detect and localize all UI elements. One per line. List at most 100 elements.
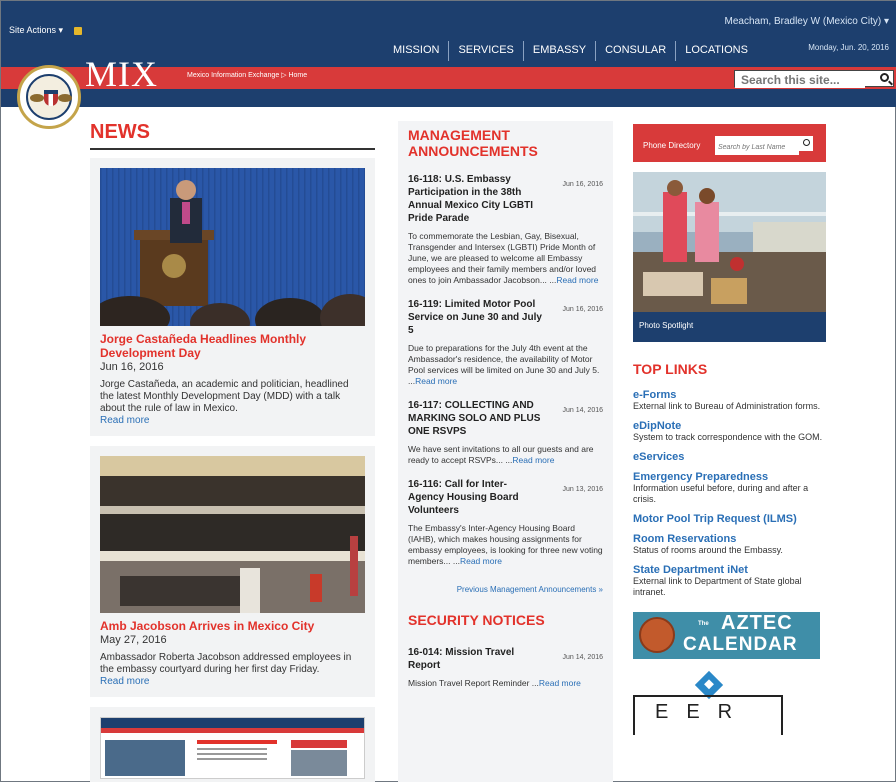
last-name-search-input[interactable] — [715, 140, 799, 155]
top-link-item: State Department iNet External link to D… — [633, 564, 826, 598]
announcement-text: We have sent invitations to all our gues… — [408, 444, 603, 466]
announcement-title[interactable]: 16-116: Call for Inter-Agency Housing Bo… — [408, 478, 543, 517]
news-heading: NEWS — [90, 121, 375, 150]
security-text: Mission Travel Report Reminder ...Read m… — [408, 678, 603, 689]
phone-directory: Phone Directory — [633, 124, 826, 162]
news-summary: Jorge Castañeda, an academic and politic… — [100, 379, 349, 414]
aztec-title-line1: AZTEC — [721, 612, 793, 634]
page-frame: Site Actions ▾ Meacham, Bradley W (Mexic… — [0, 0, 896, 782]
aztec-title-line2: CALENDAR — [683, 634, 798, 655]
previous-announcements-link[interactable]: Previous Management Announcements » — [408, 585, 603, 594]
aztec-the-label: The — [698, 621, 709, 627]
seal-ring — [26, 74, 72, 120]
top-link-item: eServices — [633, 451, 826, 463]
site-search[interactable] — [734, 70, 894, 88]
news-summary: Ambassador Roberta Jacobson addressed em… — [100, 652, 352, 675]
page-icon[interactable] — [73, 26, 82, 35]
news-item: Jorge Castañeda Headlines Monthly Develo… — [90, 158, 375, 436]
read-more-link[interactable]: Read more — [556, 275, 598, 285]
announcements-column: MANAGEMENT ANNOUNCEMENTS 16-118: U.S. Em… — [398, 121, 613, 782]
search-icon[interactable] — [880, 73, 889, 82]
news-photo-screenshot[interactable] — [100, 717, 365, 779]
news-item: Amb Jacobson Arrives in Mexico City May … — [90, 446, 375, 697]
announcement-title[interactable]: 16-118: U.S. Embassy Participation in th… — [408, 173, 543, 225]
announcement-item: 16-118: U.S. Embassy Participation in th… — [408, 173, 603, 286]
top-link-room-reservations[interactable]: Room Reservations — [633, 533, 826, 545]
nav-consular[interactable]: CONSULAR — [595, 41, 675, 61]
announcement-item: 16-119: Limited Motor Pool Service on Ju… — [408, 298, 603, 387]
security-title[interactable]: 16-014: Mission Travel Report — [408, 646, 543, 672]
read-more-link[interactable]: Read more — [512, 455, 554, 465]
main-nav: MISSION SERVICES EMBASSY CONSULAR LOCATI… — [384, 41, 757, 61]
read-more-link[interactable]: Read more — [415, 376, 457, 386]
announcement-date: Jun 16, 2016 — [562, 306, 603, 313]
announcement-date: Jun 14, 2016 — [562, 407, 603, 414]
news-date: May 27, 2016 — [100, 634, 167, 646]
eer-banner[interactable]: EER — [633, 670, 783, 735]
news-photo-courtyard[interactable] — [100, 456, 365, 613]
top-link-description: External link to Bureau of Administratio… — [633, 401, 821, 411]
announcement-summary: The Embassy's Inter-Agency Housing Board… — [408, 523, 603, 566]
spotlight-scene — [633, 172, 826, 312]
eagle-wing-right — [58, 94, 72, 102]
news-title[interactable]: Amb Jacobson Arrives in Mexico City — [100, 619, 365, 633]
security-date: Jun 14, 2016 — [562, 654, 603, 661]
top-link-item: e-Forms External link to Bureau of Admin… — [633, 389, 826, 412]
top-link-edipnote[interactable]: eDipNote — [633, 420, 826, 432]
site-logo[interactable]: MIX — [85, 53, 158, 95]
top-link-description: External link to Department of State glo… — [633, 576, 802, 597]
announcement-item: 16-117: COLLECTING AND MARKING SOLO AND … — [408, 399, 603, 466]
news-title[interactable]: Jorge Castañeda Headlines Monthly Develo… — [100, 332, 365, 360]
sidebar: Phone Directory Photo Spot — [633, 124, 826, 735]
site-search-input[interactable] — [735, 72, 865, 88]
announcement-text: Due to preparations for the July 4th eve… — [408, 343, 603, 387]
top-link-item: eDipNote System to track correspondence … — [633, 420, 826, 443]
announcement-item: 16-116: Call for Inter-Agency Housing Bo… — [408, 478, 603, 567]
read-more-link[interactable]: Read more — [539, 678, 581, 688]
security-summary: Mission Travel Report Reminder ... — [408, 678, 539, 688]
site-actions-menu[interactable]: Site Actions ▾ — [9, 25, 82, 36]
nav-services[interactable]: SERVICES — [448, 41, 522, 61]
speaker-scene — [100, 168, 365, 326]
read-more-link[interactable]: Read more — [100, 415, 365, 426]
top-link-item: Emergency Preparedness Information usefu… — [633, 471, 826, 505]
news-photo-speaker[interactable] — [100, 168, 365, 326]
embassy-seal-logo[interactable] — [17, 65, 81, 129]
search-icon[interactable] — [803, 139, 810, 146]
top-link-eservices[interactable]: eServices — [633, 451, 826, 463]
news-item — [90, 707, 375, 782]
announcement-text: To commemorate the Lesbian, Gay, Bisexua… — [408, 231, 603, 286]
security-item: 16-014: Mission Travel Report Jun 14, 20… — [408, 646, 603, 689]
aztec-calendar-banner[interactable]: The AZTEC CALENDAR — [633, 612, 820, 659]
top-link-emergency-preparedness[interactable]: Emergency Preparedness — [633, 471, 826, 483]
nav-embassy[interactable]: EMBASSY — [522, 41, 595, 61]
read-more-link[interactable]: Read more — [460, 556, 502, 566]
top-link-motor-pool[interactable]: Motor Pool Trip Request (ILMS) — [633, 513, 826, 525]
read-more-link[interactable]: Read more — [100, 676, 365, 687]
announcement-text: The Embassy's Inter-Agency Housing Board… — [408, 523, 603, 567]
management-heading: MANAGEMENT ANNOUNCEMENTS — [408, 127, 538, 159]
eagle-wing-left — [30, 94, 44, 102]
user-menu[interactable]: Meacham, Bradley W (Mexico City) ▾ — [725, 16, 890, 27]
phone-directory-label: Phone Directory — [643, 141, 701, 150]
nav-mission[interactable]: MISSION — [384, 41, 448, 61]
top-link-eforms[interactable]: e-Forms — [633, 389, 826, 401]
phone-directory-search[interactable] — [715, 136, 813, 155]
photo-spotlight-image[interactable] — [633, 172, 826, 312]
courtyard-scene — [100, 456, 365, 613]
top-link-item: Motor Pool Trip Request (ILMS) — [633, 513, 826, 525]
photo-spotlight-caption[interactable]: Photo Spotlight — [633, 312, 826, 342]
top-link-inet[interactable]: State Department iNet — [633, 564, 826, 576]
eer-letters: EER — [655, 701, 751, 723]
top-link-description: System to track correspondence with the … — [633, 432, 823, 442]
nav-locations[interactable]: LOCATIONS — [675, 41, 757, 61]
site-actions-label[interactable]: Site Actions ▾ — [9, 25, 63, 35]
news-column: NEWS Jorge Castañeda Headlines Monthly D… — [90, 121, 375, 782]
announcement-title[interactable]: 16-119: Limited Motor Pool Service on Ju… — [408, 298, 543, 337]
top-link-item: Room Reservations Status of rooms around… — [633, 533, 826, 556]
announcement-title[interactable]: 16-117: COLLECTING AND MARKING SOLO AND … — [408, 399, 543, 438]
top-links-heading: TOP LINKS — [633, 361, 708, 377]
top-link-description: Information useful before, during and af… — [633, 483, 809, 504]
announcement-summary: We have sent invitations to all our gues… — [408, 444, 594, 465]
breadcrumb[interactable]: Mexico Information Exchange ▷ Home — [187, 71, 307, 79]
